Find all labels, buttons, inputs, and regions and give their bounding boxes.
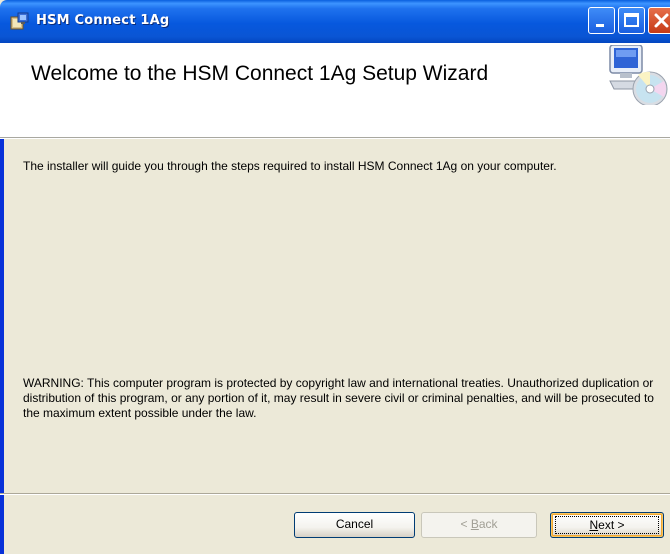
next-button-mnemonic: N [589, 518, 599, 532]
window-title: HSM Connect 1Ag [36, 13, 170, 28]
maximize-button[interactable] [618, 7, 645, 34]
back-button[interactable]: < Back [421, 512, 537, 538]
close-button[interactable] [648, 7, 670, 34]
title-bar[interactable]: HSM Connect 1Ag [0, 0, 670, 43]
wizard-header-banner: Welcome to the HSM Connect 1Ag Setup Wiz… [0, 43, 670, 138]
next-button[interactable]: Next > [550, 512, 664, 538]
warning-text: WARNING: This computer program is protec… [23, 376, 654, 420]
footer-divider-highlight [0, 494, 670, 495]
installer-icon [10, 12, 29, 30]
setup-wizard-window: HSM Connect 1Ag Welcome to the HSM Conne… [0, 0, 670, 554]
maximize-icon [624, 13, 639, 27]
computer-cd-icon [609, 45, 668, 105]
minimize-button[interactable] [588, 7, 615, 34]
next-button-label: ext > [598, 518, 625, 532]
back-button-label: ack [478, 517, 498, 531]
cancel-button[interactable]: Cancel [294, 512, 415, 538]
header-divider [0, 138, 670, 139]
intro-text: The installer will guide you through the… [23, 159, 557, 173]
next-button-focus-ring: Next > [555, 516, 659, 534]
page-title: Welcome to the HSM Connect 1Ag Setup Wiz… [31, 62, 489, 85]
close-icon [654, 13, 669, 28]
back-button-prefix: < [460, 517, 471, 531]
back-button-mnemonic: B [470, 517, 479, 531]
cancel-button-label: Cancel [335, 517, 374, 531]
minimize-icon [596, 24, 604, 27]
